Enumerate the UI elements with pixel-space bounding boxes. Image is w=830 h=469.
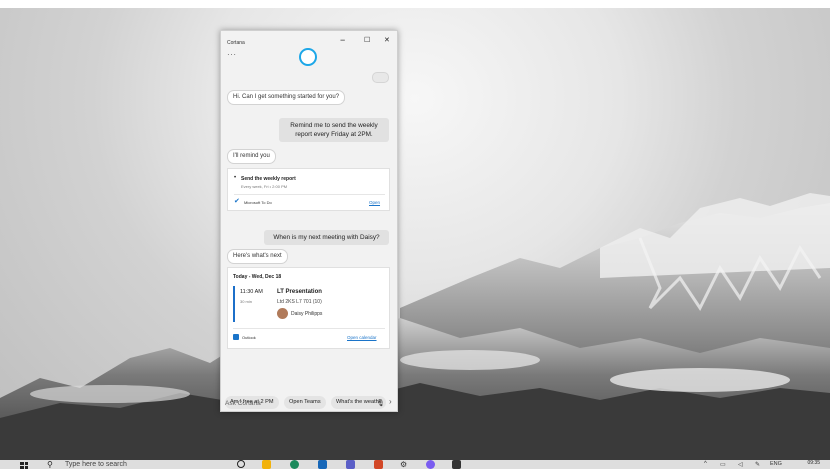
reminder-app: Microsoft To Do — [244, 200, 272, 205]
cortana-reply: Here's what's next — [227, 249, 288, 264]
teams-icon[interactable] — [346, 460, 355, 469]
meeting-date: Today - Wed, Dec 18 — [233, 274, 282, 280]
gear-icon[interactable]: ⚙ — [400, 460, 409, 469]
user-message: When is my next meeting with Daisy? — [264, 230, 389, 245]
close-button[interactable]: ✕ — [384, 36, 390, 46]
pen-icon[interactable]: ✎ — [755, 461, 760, 468]
file-explorer-icon[interactable] — [262, 460, 271, 469]
outlook-icon — [233, 334, 239, 340]
bullet-icon: • — [234, 175, 237, 181]
maximize-button[interactable]: ☐ — [364, 36, 370, 46]
avatar — [277, 308, 288, 319]
network-icon[interactable]: ▭ — [720, 461, 726, 468]
minimize-button[interactable]: − — [340, 35, 345, 45]
user-message: Remind me to send the weekly report ever… — [279, 118, 389, 142]
cortana-window: Cortana − ☐ ✕ ··· Hi. Can I get somethin… — [220, 30, 398, 412]
clock[interactable]: 09:35 — [807, 460, 820, 466]
collapsed-pill — [372, 72, 389, 83]
reminder-title: Send the weekly report — [241, 176, 296, 182]
volume-icon[interactable]: ◁ — [738, 461, 743, 468]
search-input[interactable]: Type here to search — [65, 461, 127, 468]
cortana-logo-icon — [299, 48, 317, 66]
taskbar-search[interactable]: ⚲ Type here to search — [44, 460, 214, 469]
meeting-app: Outlook — [242, 335, 256, 340]
card-divider — [233, 328, 385, 329]
start-button[interactable] — [20, 462, 28, 469]
reminder-card[interactable]: • Send the weekly report Every week, Fri… — [227, 168, 390, 211]
calendar-bar — [233, 286, 235, 322]
open-calendar-link[interactable]: Open calendar — [347, 335, 377, 340]
outlook-taskbar-icon[interactable] — [318, 460, 327, 469]
edge-icon[interactable] — [290, 460, 299, 469]
meeting-card[interactable]: Today - Wed, Dec 18 11:30 AM 30 min LT P… — [227, 267, 390, 349]
attendee-name: Daisy Philipps — [291, 311, 323, 317]
suggestion-chip[interactable]: Open Teams — [284, 396, 326, 409]
cortana-app-icon[interactable] — [426, 460, 435, 469]
powerpoint-icon[interactable] — [374, 460, 383, 469]
meeting-time: 11:30 AM — [240, 289, 263, 295]
chevron-up-icon[interactable]: ^ — [704, 461, 707, 467]
reminder-open-link[interactable]: Open — [369, 200, 380, 205]
search-icon: ⚲ — [47, 460, 53, 469]
reminder-schedule: Every week, Fri • 2:00 PM — [241, 184, 288, 189]
chevron-right-icon[interactable]: › — [389, 397, 392, 406]
store-icon[interactable] — [452, 460, 461, 469]
cortana-reply: I'll remind you — [227, 149, 276, 164]
meeting-duration: 30 min — [240, 299, 253, 304]
microphone-icon[interactable]: 🎙 — [376, 399, 385, 407]
desktop-wallpaper — [0, 8, 830, 460]
card-divider — [234, 194, 385, 195]
cortana-taskbar-icon[interactable] — [237, 460, 245, 468]
meeting-location: Ltd 2KS L7 701 (10) — [277, 299, 322, 305]
more-options-button[interactable]: ··· — [227, 50, 237, 59]
todo-check-icon: ✔ — [234, 198, 240, 205]
window-title: Cortana — [227, 40, 245, 46]
taskbar: ⚲ Type here to search ⚙ ^ ▭ ◁ ✎ ENG 09:3… — [0, 460, 830, 469]
cortana-greeting: Hi. Can I get something started for you? — [227, 90, 346, 105]
language-indicator[interactable]: ENG — [770, 461, 782, 467]
ask-input[interactable]: Ask Cortana — [225, 400, 261, 407]
meeting-title: LT Presentation — [277, 289, 322, 295]
